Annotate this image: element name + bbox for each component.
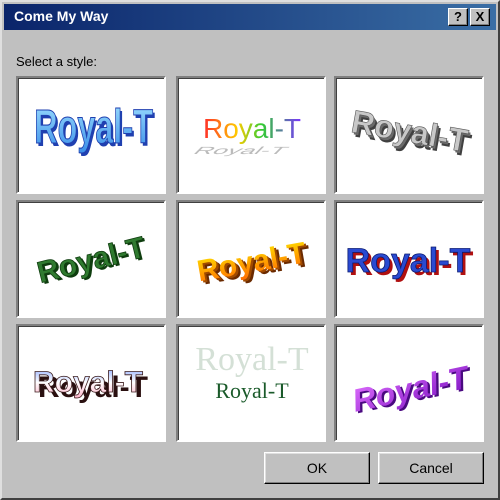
svg-text:Royal-T: Royal-T: [34, 231, 149, 290]
style-tile-9[interactable]: Royal-T Royal-T: [334, 324, 484, 442]
ok-button[interactable]: OK: [264, 452, 370, 484]
svg-text:Royal-T: Royal-T: [346, 242, 471, 280]
wordart-style-orange-3d-icon: Royal-T Royal-T Royal-T: [195, 237, 314, 292]
style-tile-5[interactable]: Royal-T Royal-T Royal-T: [176, 200, 326, 318]
dialog-window: Come My Way ? X Select a style: Royal-T …: [0, 0, 500, 500]
wordart-style-rainbow-shadow-icon: Royal-T Royal-T: [190, 113, 301, 156]
svg-text:Royal-T: Royal-T: [203, 113, 301, 144]
title-bar[interactable]: Come My Way ? X: [4, 4, 496, 30]
help-button[interactable]: ?: [448, 8, 468, 26]
wordart-style-purple-tilt-icon: Royal-T Royal-T: [349, 359, 476, 421]
wordart-style-serif-ghost-icon: Royal-T Royal-T: [195, 341, 309, 403]
wordart-style-blue-arch-icon: Royal-T Royal-T: [34, 99, 155, 157]
style-tile-2[interactable]: Royal-T Royal-T: [176, 76, 326, 194]
close-icon: X: [475, 9, 485, 24]
style-tile-6[interactable]: Royal-T Royal-T: [334, 200, 484, 318]
close-button[interactable]: X: [470, 8, 490, 26]
svg-text:Royal-T: Royal-T: [190, 145, 292, 156]
style-tile-4[interactable]: Royal-T Royal-T: [16, 200, 166, 318]
wordart-style-pink-blue-shadow-icon: Royal-T Royal-T: [33, 366, 148, 404]
svg-text:Royal-T: Royal-T: [33, 366, 143, 399]
svg-text:Royal-T: Royal-T: [195, 341, 309, 378]
wordart-style-blue-red-shadow-icon: Royal-T Royal-T: [345, 242, 473, 283]
style-tile-3[interactable]: Royal-T Royal-T Royal-T: [334, 76, 484, 194]
style-tile-1[interactable]: Royal-T Royal-T: [16, 76, 166, 194]
svg-text:Royal-T: Royal-T: [215, 378, 289, 403]
style-tile-8[interactable]: Royal-T Royal-T: [176, 324, 326, 442]
svg-text:Royal-T: Royal-T: [34, 99, 153, 153]
style-grid: Royal-T Royal-T Royal-T Royal-T Royal-T: [16, 76, 486, 442]
cancel-button[interactable]: Cancel: [378, 452, 484, 484]
help-icon: ?: [454, 9, 462, 24]
style-tile-7[interactable]: Royal-T Royal-T: [16, 324, 166, 442]
wordart-style-green-textured-icon: Royal-T Royal-T: [34, 231, 152, 291]
window-title: Come My Way: [14, 8, 109, 24]
style-prompt-label: Select a style:: [16, 54, 97, 69]
svg-text:Royal-T: Royal-T: [349, 359, 474, 419]
wordart-style-gray-3d-slant-icon: Royal-T Royal-T Royal-T: [348, 103, 474, 164]
